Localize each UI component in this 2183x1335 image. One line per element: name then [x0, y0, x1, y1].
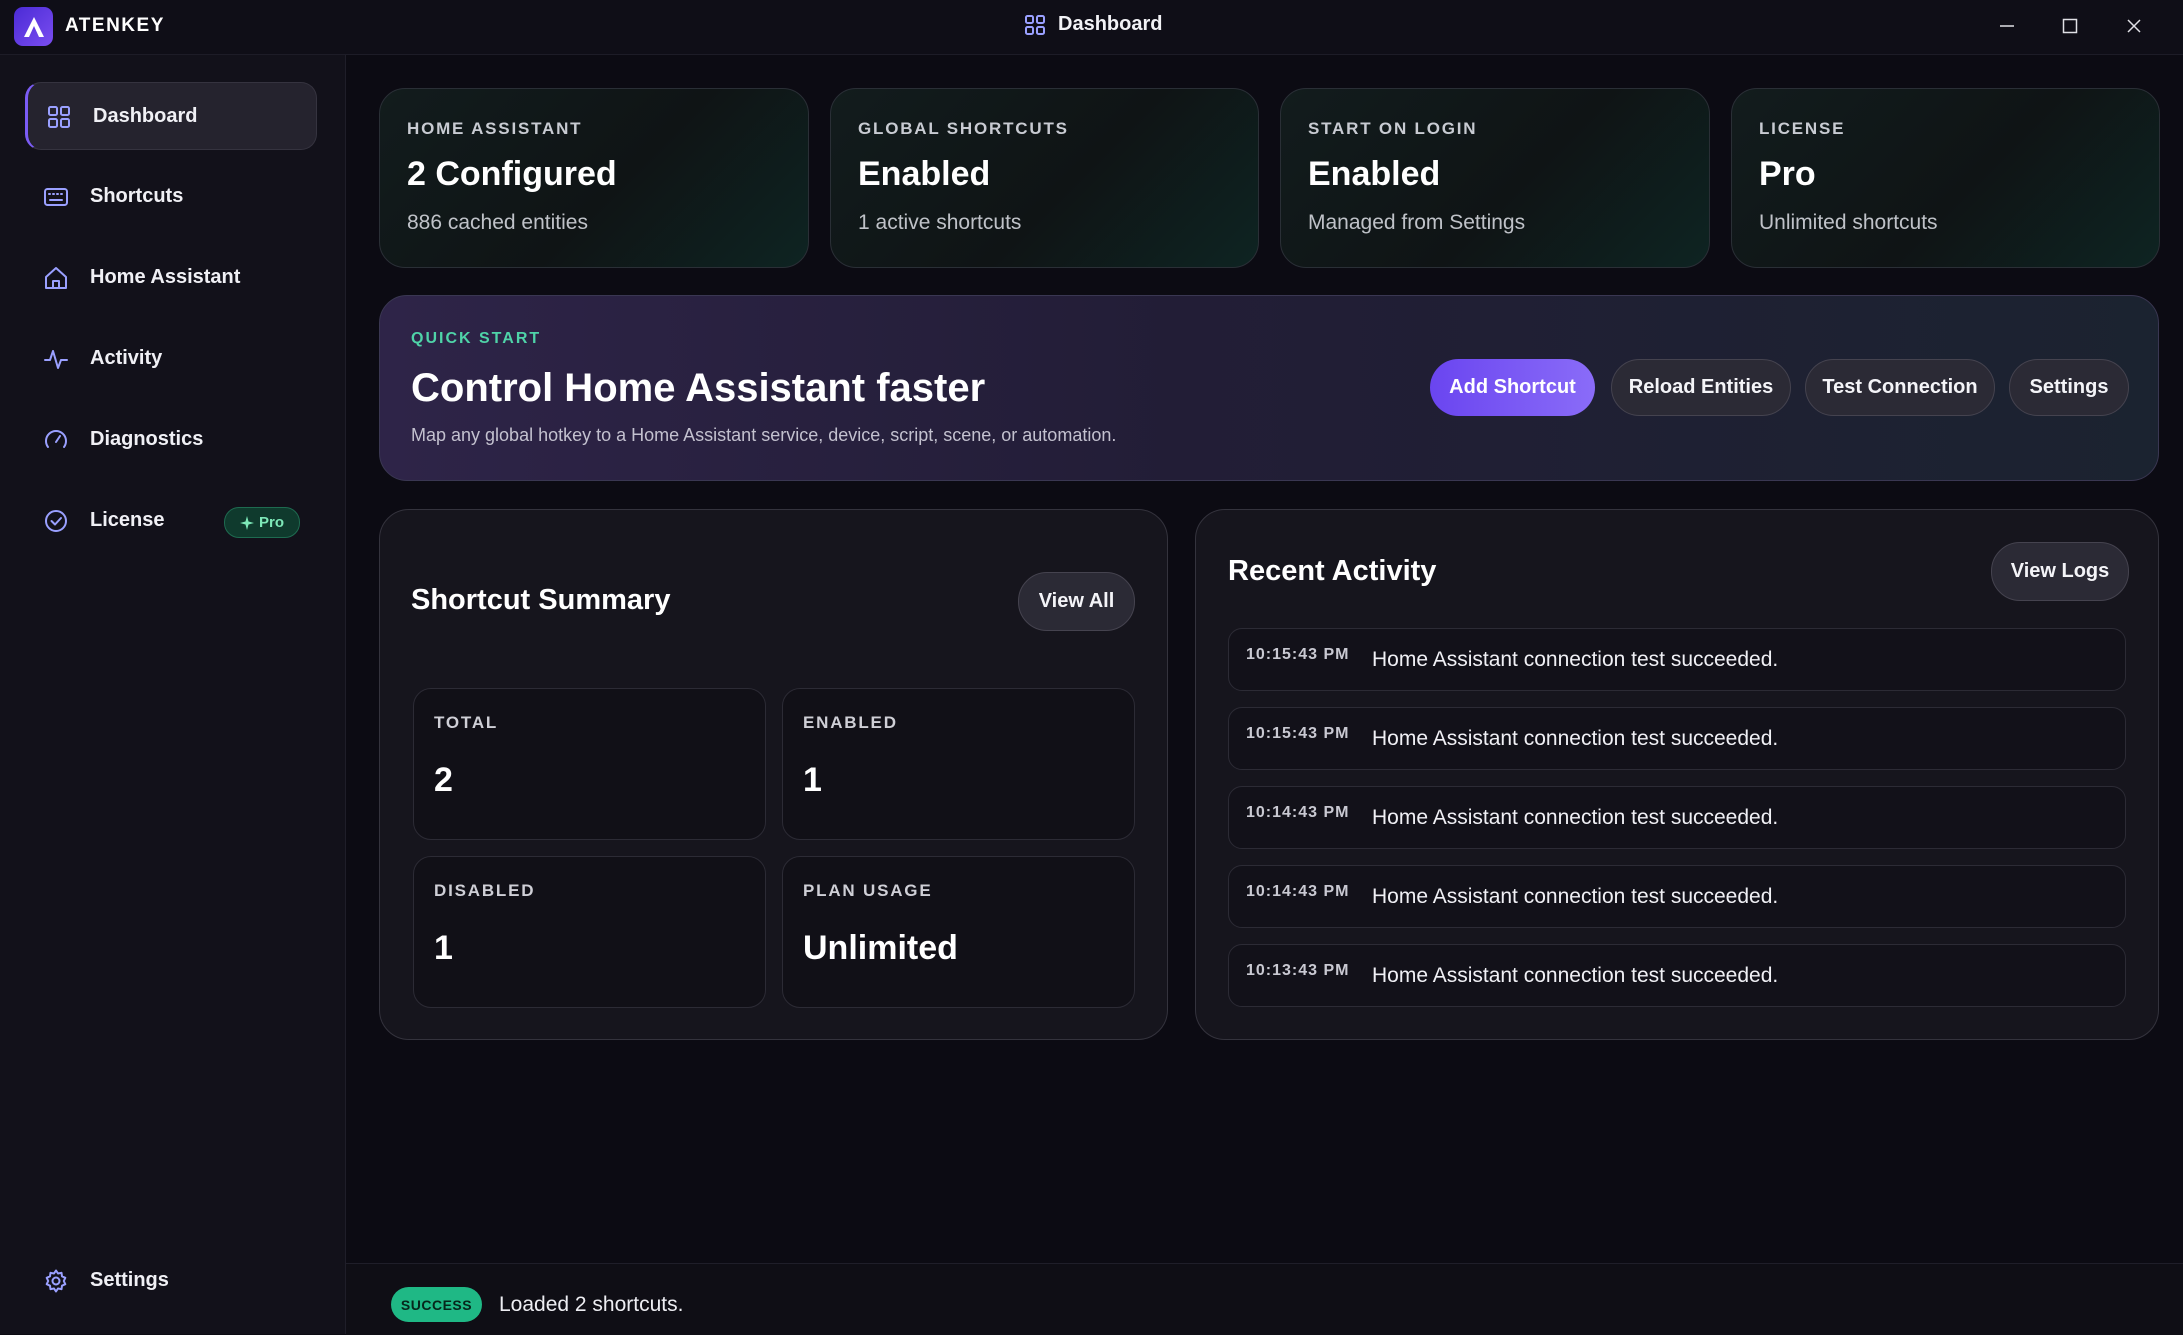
sidebar-item-label: Diagnostics: [90, 428, 204, 450]
pro-badge-label: Pro: [258, 514, 284, 531]
shortcut-summary-title: Shortcut Summary: [411, 584, 671, 616]
summary-tile-enabled: ENABLED 1: [782, 688, 1135, 840]
sparkle-icon: [239, 515, 254, 530]
view-logs-button[interactable]: View Logs: [1991, 542, 2129, 601]
stat-value: 2 Configured: [407, 155, 617, 193]
sidebar-item-label: Activity: [90, 347, 163, 369]
stat-subtext: Unlimited shortcuts: [1759, 211, 1938, 234]
tile-value: 1: [434, 929, 453, 967]
stat-label: START ON LOGIN: [1308, 119, 1478, 138]
quick-start-description: Map any global hotkey to a Home Assistan…: [411, 425, 1117, 445]
tile-value: Unlimited: [803, 929, 958, 967]
activity-icon: [44, 350, 68, 369]
stat-card-home-assistant: HOME ASSISTANT 2 Configured 886 cached e…: [379, 88, 809, 268]
shortcut-summary-panel: Shortcut Summary View All TOTAL 2 ENABLE…: [379, 509, 1168, 1040]
stat-value: Enabled: [1308, 155, 1441, 193]
activity-message: Home Assistant connection test succeeded…: [1372, 727, 1779, 750]
gear-icon: [45, 1269, 67, 1293]
sidebar-item-settings[interactable]: Settings: [25, 1247, 317, 1315]
activity-row: 10:15:43 PM Home Assistant connection te…: [1228, 628, 2126, 691]
maximize-icon: [2062, 18, 2078, 34]
reload-entities-button[interactable]: Reload Entities: [1611, 359, 1791, 416]
activity-time: 10:13:43 PM: [1246, 962, 1350, 979]
activity-message: Home Assistant connection test succeeded…: [1372, 964, 1779, 987]
activity-row: 10:14:43 PM Home Assistant connection te…: [1228, 865, 2126, 928]
stat-card-license: LICENSE Pro Unlimited shortcuts: [1731, 88, 2160, 268]
sidebar-item-home-assistant[interactable]: Home Assistant: [25, 244, 317, 312]
home-icon: [45, 267, 67, 289]
maximize-button[interactable]: [2040, 6, 2100, 46]
activity-row: 10:13:43 PM Home Assistant connection te…: [1228, 944, 2126, 1007]
quick-start-kicker: QUICK START: [411, 330, 542, 347]
dashboard-icon: [1025, 14, 1045, 35]
status-message: Loaded 2 shortcuts.: [499, 1293, 684, 1316]
sidebar-item-shortcuts[interactable]: Shortcuts: [25, 163, 317, 231]
summary-tile-total: TOTAL 2: [413, 688, 766, 840]
sidebar-item-label: Dashboard: [93, 105, 198, 127]
minimize-icon: [2000, 25, 2014, 27]
app-name: ATENKEY: [65, 15, 165, 36]
quick-start-title: Control Home Assistant faster: [411, 366, 986, 410]
sidebar-item-label: Settings: [90, 1269, 169, 1291]
sidebar-item-label: Home Assistant: [90, 266, 241, 288]
dashboard-icon: [48, 106, 70, 128]
quick-start-banner: QUICK START Control Home Assistant faste…: [379, 295, 2159, 481]
close-button[interactable]: [2104, 6, 2164, 46]
recent-activity-title: Recent Activity: [1228, 555, 1437, 587]
tile-value: 2: [434, 761, 453, 799]
sidebar: Dashboard Shortcuts Home Assistant Activ…: [0, 55, 346, 1334]
activity-time: 10:15:43 PM: [1246, 725, 1350, 742]
tile-value: 1: [803, 761, 822, 799]
activity-time: 10:15:43 PM: [1246, 646, 1350, 663]
activity-time: 10:14:43 PM: [1246, 883, 1350, 900]
check-badge-icon: [45, 510, 67, 532]
summary-tile-plan-usage: PLAN USAGE Unlimited: [782, 856, 1135, 1008]
sidebar-item-label: Shortcuts: [90, 185, 184, 207]
stat-value: Enabled: [858, 155, 991, 193]
app-logo-icon: [14, 7, 53, 46]
tile-label: TOTAL: [434, 713, 499, 732]
tile-label: PLAN USAGE: [803, 881, 933, 900]
sidebar-item-dashboard[interactable]: Dashboard: [25, 82, 317, 150]
pro-badge: Pro: [224, 507, 300, 538]
stat-subtext: 886 cached entities: [407, 211, 588, 234]
stat-subtext: 1 active shortcuts: [858, 211, 1022, 234]
tile-label: DISABLED: [434, 881, 536, 900]
sidebar-item-diagnostics[interactable]: Diagnostics: [25, 406, 317, 474]
view-all-button[interactable]: View All: [1018, 572, 1135, 631]
minimize-button[interactable]: [1977, 6, 2037, 46]
activity-time: 10:14:43 PM: [1246, 804, 1350, 821]
activity-message: Home Assistant connection test succeeded…: [1372, 806, 1779, 829]
stat-label: HOME ASSISTANT: [407, 119, 583, 138]
stat-label: LICENSE: [1759, 119, 1846, 138]
title-bar: ATENKEY Dashboard: [0, 0, 2183, 55]
activity-row: 10:14:43 PM Home Assistant connection te…: [1228, 786, 2126, 849]
window-title-text: Dashboard: [1058, 13, 1163, 35]
add-shortcut-button[interactable]: Add Shortcut: [1430, 359, 1595, 416]
stat-subtext: Managed from Settings: [1308, 211, 1526, 234]
status-badge: SUCCESS: [391, 1287, 482, 1322]
stat-label: GLOBAL SHORTCUTS: [858, 119, 1069, 138]
recent-activity-panel: Recent Activity View Logs 10:15:43 PM Ho…: [1195, 509, 2159, 1040]
tile-label: ENABLED: [803, 713, 898, 732]
status-bar: SUCCESS Loaded 2 shortcuts.: [346, 1263, 2183, 1335]
keyboard-icon: [44, 188, 68, 206]
stat-card-global-shortcuts: GLOBAL SHORTCUTS Enabled 1 active shortc…: [830, 88, 1259, 268]
gauge-icon: [45, 430, 67, 448]
summary-tile-disabled: DISABLED 1: [413, 856, 766, 1008]
activity-message: Home Assistant connection test succeeded…: [1372, 885, 1779, 908]
close-icon: [2127, 19, 2141, 33]
activity-message: Home Assistant connection test succeeded…: [1372, 648, 1779, 671]
activity-row: 10:15:43 PM Home Assistant connection te…: [1228, 707, 2126, 770]
stat-value: Pro: [1759, 155, 1816, 193]
sidebar-item-label: License: [90, 509, 165, 531]
sidebar-item-license[interactable]: License Pro: [25, 487, 317, 555]
window-title: Dashboard: [1024, 13, 1162, 36]
stat-card-start-on-login: START ON LOGIN Enabled Managed from Sett…: [1280, 88, 1710, 268]
test-connection-button[interactable]: Test Connection: [1805, 359, 1995, 416]
settings-button[interactable]: Settings: [2009, 359, 2129, 416]
sidebar-item-activity[interactable]: Activity: [25, 325, 317, 393]
